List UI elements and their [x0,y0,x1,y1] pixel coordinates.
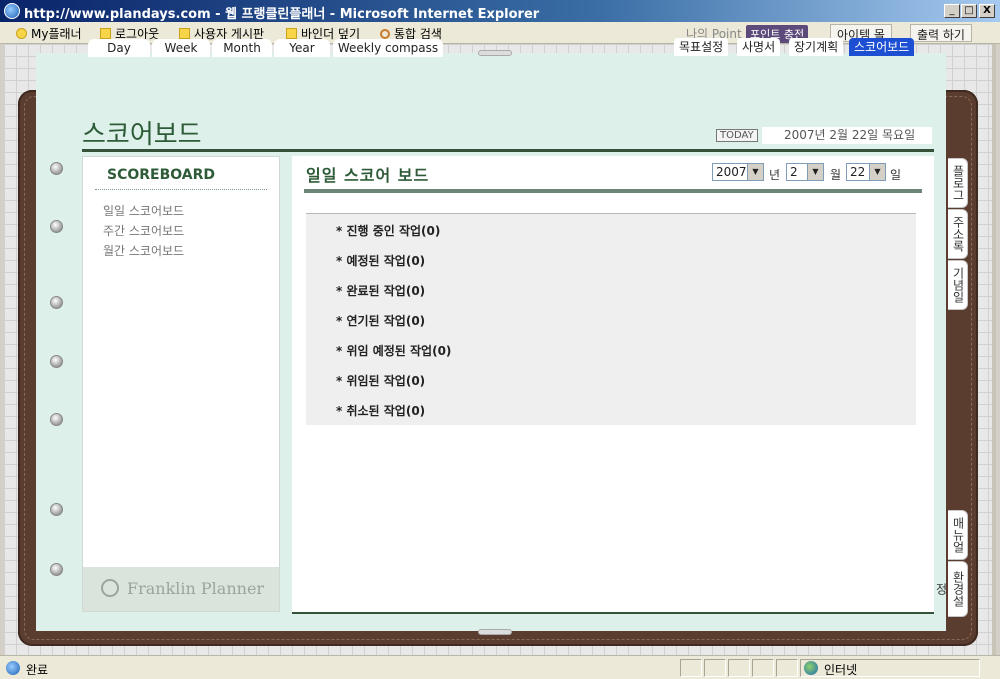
today-date: 2007년 2월 22일 목요일 [762,127,932,144]
tab-scoreboard[interactable]: 스코어보드 [849,38,915,56]
task-label: 예정된 작업(0) [346,254,426,268]
binder-ring [50,355,63,368]
sidebar-divider [95,189,267,190]
window-title: http://www.plandays.com - 웹 프랭클린플래너 - Mi… [24,7,540,22]
print-label: 출력 하기 [917,28,965,42]
note-icon [286,28,297,39]
side-tab-blog[interactable]: 플로그 [948,158,968,208]
binder-ring [50,503,63,516]
status-segment [680,659,702,677]
sidebar-heading: SCOREBOARD [107,167,216,183]
month-value: 2 [790,165,798,179]
title-divider [82,149,934,152]
task-label: 진행 중인 작업(0) [346,224,441,238]
print-button[interactable]: 출력 하기 [910,24,972,42]
binder-ring [50,220,63,233]
status-text: 완료 [26,663,49,677]
scoreboard-sidebar: SCOREBOARD 일일 스코어보드 주간 스코어보드 월간 스코어보드 Fr… [82,156,280,612]
maximize-button[interactable]: □ [961,4,977,18]
status-segment [776,659,798,677]
list-item[interactable]: * 위임 예정된 작업(0) [336,342,451,359]
binder-ring [50,563,63,576]
chevron-down-icon: ▼ [869,164,885,180]
month-unit: 월 [830,168,842,182]
sidebar-item-weekly[interactable]: 주간 스코어보드 [103,222,184,239]
task-label: 완료된 작업(0) [346,284,426,298]
status-segment [752,659,774,677]
list-item[interactable]: * 취소된 작업(0) [336,402,425,419]
minimize-button[interactable]: _ [944,4,960,18]
list-item[interactable]: * 진행 중인 작업(0) [336,222,440,239]
status-bar: 완료 인터넷 [0,655,1000,679]
task-status-list: * 진행 중인 작업(0) * 예정된 작업(0) * 완료된 작업(0) * … [306,213,916,425]
search-icon [380,29,390,39]
tab-mission[interactable]: 사명서 [737,38,781,56]
note-icon [100,28,111,39]
tab-weekly-compass[interactable]: Weekly compass [333,39,443,57]
tab-week[interactable]: Week [152,39,210,57]
tab-month[interactable]: Month [212,39,272,57]
binder-ring [50,162,63,175]
task-label: 취소된 작업(0) [346,404,426,418]
task-label: 위임 예정된 작업(0) [346,344,452,358]
task-label: 연기된 작업(0) [346,314,426,328]
day-unit: 일 [890,168,902,182]
month-select[interactable]: 2 ▼ [786,163,824,181]
sidebar-footer: Franklin Planner [83,567,279,611]
compass-icon [101,579,119,597]
note-icon [179,28,190,39]
tab-long-term[interactable]: 장기계획 [789,38,844,56]
panel-bottom-divider [292,612,934,614]
daily-scoreboard-panel: 일일 스코어 보드 2007 ▼ 년 2 ▼ 월 22 ▼ 일 * 진행 중인 … [292,156,934,614]
tab-day[interactable]: Day [88,39,150,57]
year-unit: 년 [769,168,781,182]
page-title: 스코어보드 [82,120,202,150]
status-segment [728,659,750,677]
tab-year[interactable]: Year [274,39,330,57]
binder-ring [50,413,63,426]
franklin-planner-logo: Franklin Planner [101,579,264,598]
day-select[interactable]: 22 ▼ [846,163,886,181]
list-item[interactable]: * 연기된 작업(0) [336,312,425,329]
side-tab-manual[interactable]: 매뉴얼 [948,510,968,560]
side-tab-settings[interactable]: 환경설정 [934,561,968,617]
ie-icon [4,3,20,19]
sidebar-item-daily[interactable]: 일일 스코어보드 [103,202,184,219]
binder-clip-top [478,50,512,56]
smile-icon [16,28,27,39]
status-segment [704,659,726,677]
logo-text: Franklin Planner [127,579,265,598]
link-my-planner[interactable]: My플래너 [16,25,82,42]
side-tab-anniversary[interactable]: 기념일 [948,260,968,310]
today-button[interactable]: TODAY [716,129,758,142]
list-item[interactable]: * 예정된 작업(0) [336,252,425,269]
binder-clip-bottom [478,629,512,635]
day-value: 22 [850,165,866,179]
side-tab-address-book[interactable]: 주소록 [948,209,968,259]
year-value: 2007 [716,165,747,179]
list-item[interactable]: * 완료된 작업(0) [336,282,425,299]
binder-ring [50,296,63,309]
page-icon [6,661,20,675]
panel-heading: 일일 스코어 보드 [306,166,430,185]
scrollbar-edge [992,44,996,655]
globe-icon [804,661,818,675]
task-label: 위임된 작업(0) [346,374,426,388]
chevron-down-icon: ▼ [747,164,763,180]
title-bar: http://www.plandays.com - 웹 프랭클린플래너 - Mi… [0,0,1000,22]
close-button[interactable]: X [979,4,995,18]
list-item[interactable]: * 위임된 작업(0) [336,372,425,389]
year-select[interactable]: 2007 ▼ [712,163,764,181]
link-label: My플래너 [31,27,82,41]
sidebar-item-monthly[interactable]: 월간 스코어보드 [103,242,184,259]
chevron-down-icon: ▼ [807,164,823,180]
panel-divider [304,189,922,193]
tab-goal-setting[interactable]: 목표설정 [674,38,729,56]
zone-text: 인터넷 [824,663,858,677]
